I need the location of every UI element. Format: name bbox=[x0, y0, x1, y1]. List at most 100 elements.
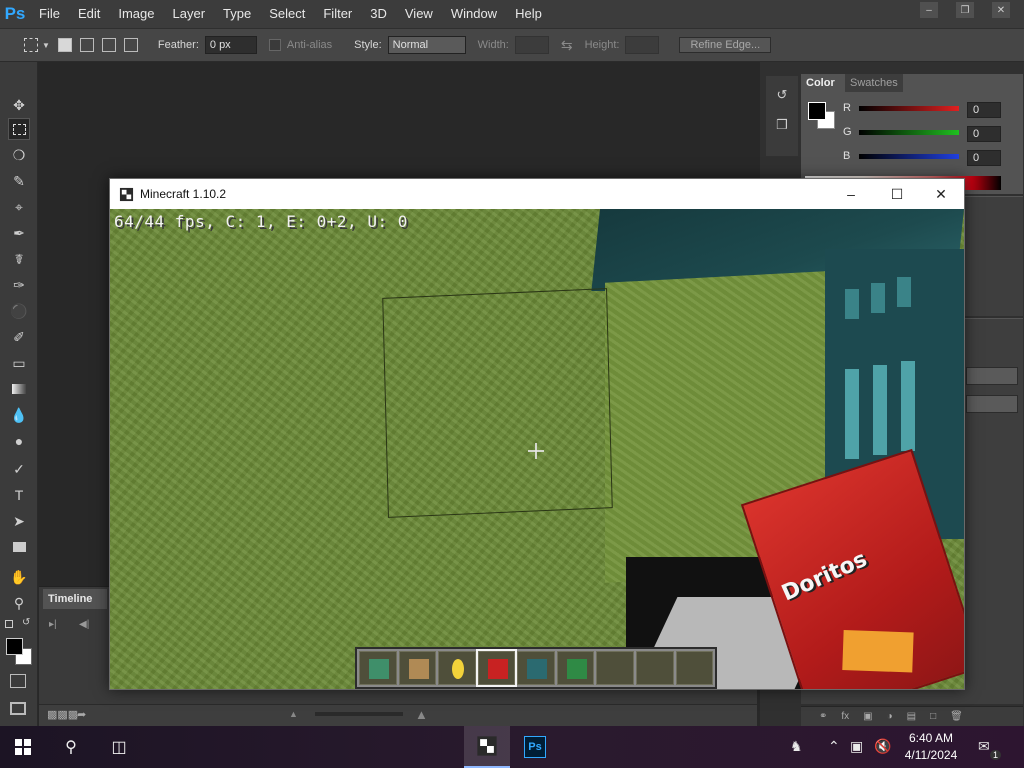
marquee-tool-icon[interactable] bbox=[8, 118, 30, 140]
close-icon[interactable]: ✕ bbox=[992, 2, 1010, 18]
layer-filter-select[interactable] bbox=[966, 395, 1018, 413]
hotbar-slot[interactable] bbox=[556, 651, 595, 685]
hotbar-slot[interactable] bbox=[398, 651, 437, 685]
blend-mode-select[interactable] bbox=[966, 367, 1018, 385]
red-channel-input[interactable]: 0 bbox=[967, 102, 1001, 118]
taskbar-photoshop-app[interactable]: Ps bbox=[512, 726, 558, 768]
previous-frame-icon[interactable]: ◀| bbox=[79, 619, 89, 630]
hotbar-slot[interactable] bbox=[596, 651, 634, 685]
new-layer-icon[interactable]: □ bbox=[930, 711, 936, 722]
refine-edge-button[interactable]: Refine Edge... bbox=[679, 37, 772, 53]
path-selection-tool-icon[interactable]: ➤ bbox=[8, 510, 30, 532]
lasso-tool-icon[interactable]: ❍ bbox=[8, 144, 30, 166]
minimize-icon[interactable]: – bbox=[920, 2, 938, 18]
zoom-tool-icon[interactable]: ⚲ bbox=[8, 592, 30, 614]
menu-select[interactable]: Select bbox=[260, 0, 314, 28]
film-strip-icon[interactable]: ▩▩▩ bbox=[47, 708, 78, 721]
zoom-out-icon[interactable]: ▲ bbox=[289, 709, 298, 719]
brush-tool-icon[interactable]: ✑ bbox=[8, 274, 30, 296]
clone-stamp-tool-icon[interactable]: ⚫ bbox=[8, 300, 30, 322]
minecraft-titlebar[interactable]: Minecraft 1.10.2 – ☐ ✕ bbox=[110, 179, 964, 209]
healing-brush-tool-icon[interactable]: ☤ bbox=[8, 248, 30, 270]
chevron-down-icon[interactable]: ▼ bbox=[42, 41, 50, 50]
menu-image[interactable]: Image bbox=[109, 0, 163, 28]
minimize-icon[interactable]: – bbox=[828, 179, 874, 209]
menu-3d[interactable]: 3D bbox=[361, 0, 396, 28]
menu-type[interactable]: Type bbox=[214, 0, 260, 28]
history-brush-tool-icon[interactable]: ✐ bbox=[8, 326, 30, 348]
chevron-up-icon[interactable]: ⌃ bbox=[828, 738, 840, 755]
add-to-selection-icon[interactable] bbox=[79, 38, 94, 52]
screen-mode-icon[interactable] bbox=[10, 702, 26, 715]
system-clock[interactable]: 6:40 AM 4/11/2024 bbox=[896, 730, 966, 764]
height-input[interactable] bbox=[625, 36, 660, 54]
tab-swatches[interactable]: Swatches bbox=[845, 74, 903, 92]
swap-colors-icon[interactable]: ↺ bbox=[22, 617, 30, 628]
green-channel-slider[interactable] bbox=[859, 130, 959, 135]
type-tool-icon[interactable]: T bbox=[8, 484, 30, 506]
green-channel-input[interactable]: 0 bbox=[967, 126, 1001, 142]
blue-channel-input[interactable]: 0 bbox=[967, 150, 1001, 166]
quick-mask-icon[interactable] bbox=[10, 674, 26, 688]
menu-view[interactable]: View bbox=[396, 0, 442, 28]
start-button[interactable] bbox=[0, 726, 46, 768]
task-view-icon[interactable]: ◫ bbox=[96, 726, 142, 768]
crop-tool-icon[interactable]: ⌖ bbox=[8, 196, 30, 218]
minecraft-game-view[interactable]: Doritos 64/44 fps, C: 1, E: 0+2, U: 0 bbox=[110, 209, 964, 689]
notifications-icon[interactable]: ✉ bbox=[978, 738, 990, 755]
search-icon[interactable]: ⚲ bbox=[48, 726, 94, 768]
menu-filter[interactable]: Filter bbox=[314, 0, 361, 28]
move-tool-icon[interactable]: ✥ bbox=[8, 94, 30, 116]
link-layers-icon[interactable]: ⚭ bbox=[819, 711, 827, 722]
first-frame-icon[interactable]: ▸| bbox=[49, 619, 57, 630]
people-icon[interactable]: ♞ bbox=[790, 738, 803, 755]
history-icon[interactable]: ↺ bbox=[771, 84, 793, 106]
rectangular-marquee-preset-icon[interactable] bbox=[24, 38, 38, 52]
new-selection-icon[interactable] bbox=[57, 38, 72, 52]
red-channel-slider[interactable] bbox=[859, 106, 959, 111]
hand-tool-icon[interactable]: ✋ bbox=[8, 566, 30, 588]
volume-muted-icon[interactable]: 🔇 bbox=[874, 738, 891, 755]
close-icon[interactable]: ✕ bbox=[918, 179, 964, 209]
color-panel-foreground-swatch[interactable] bbox=[808, 102, 826, 120]
pen-tool-icon[interactable]: ✓ bbox=[8, 458, 30, 480]
blur-tool-icon[interactable]: 💧 bbox=[8, 404, 30, 426]
zoom-slider[interactable] bbox=[315, 712, 403, 716]
convert-icon[interactable]: ➦ bbox=[77, 708, 86, 721]
adjustment-layer-icon[interactable]: ◑ bbox=[887, 711, 893, 722]
network-icon[interactable]: ▣ bbox=[850, 738, 863, 755]
feather-input[interactable]: 0 px bbox=[204, 36, 257, 54]
tab-color[interactable]: Color bbox=[801, 74, 840, 92]
rectangle-tool-icon[interactable] bbox=[8, 536, 30, 558]
hotbar-slot[interactable] bbox=[475, 649, 518, 687]
taskbar-minecraft-app[interactable] bbox=[464, 726, 510, 768]
3d-icon[interactable]: ❒ bbox=[771, 114, 793, 136]
foreground-color-swatch[interactable] bbox=[6, 638, 23, 655]
menu-window[interactable]: Window bbox=[442, 0, 506, 28]
subtract-from-selection-icon[interactable] bbox=[101, 38, 116, 52]
hotbar-slot[interactable] bbox=[517, 651, 555, 685]
hotbar-slot[interactable] bbox=[359, 651, 397, 685]
layer-mask-icon[interactable]: ▣ bbox=[863, 711, 872, 722]
default-colors-icon[interactable] bbox=[5, 620, 13, 628]
style-select[interactable]: Normal bbox=[387, 36, 466, 54]
hotbar-slot[interactable] bbox=[675, 651, 714, 685]
trash-icon[interactable]: 🗑 bbox=[950, 711, 963, 722]
antialias-checkbox[interactable] bbox=[268, 39, 281, 51]
eraser-tool-icon[interactable]: ▭ bbox=[8, 352, 30, 374]
maximize-icon[interactable]: ☐ bbox=[874, 179, 920, 209]
menu-help[interactable]: Help bbox=[506, 0, 551, 28]
menu-layer[interactable]: Layer bbox=[164, 0, 215, 28]
menu-edit[interactable]: Edit bbox=[69, 0, 109, 28]
zoom-in-icon[interactable]: ▲ bbox=[415, 707, 428, 722]
timeline-tab[interactable]: Timeline bbox=[43, 589, 107, 609]
dodge-tool-icon[interactable]: ● bbox=[8, 430, 30, 452]
eyedropper-tool-icon[interactable]: ✒ bbox=[8, 222, 30, 244]
hotbar-slot[interactable] bbox=[438, 651, 476, 685]
menu-file[interactable]: File bbox=[30, 0, 69, 28]
swap-dimensions-icon[interactable]: ⇆ bbox=[561, 37, 573, 54]
group-folder-icon[interactable]: ▤ bbox=[907, 711, 916, 722]
blue-channel-slider[interactable] bbox=[859, 154, 959, 159]
quick-selection-tool-icon[interactable]: ✎ bbox=[8, 170, 30, 192]
gradient-tool-icon[interactable] bbox=[8, 378, 30, 400]
